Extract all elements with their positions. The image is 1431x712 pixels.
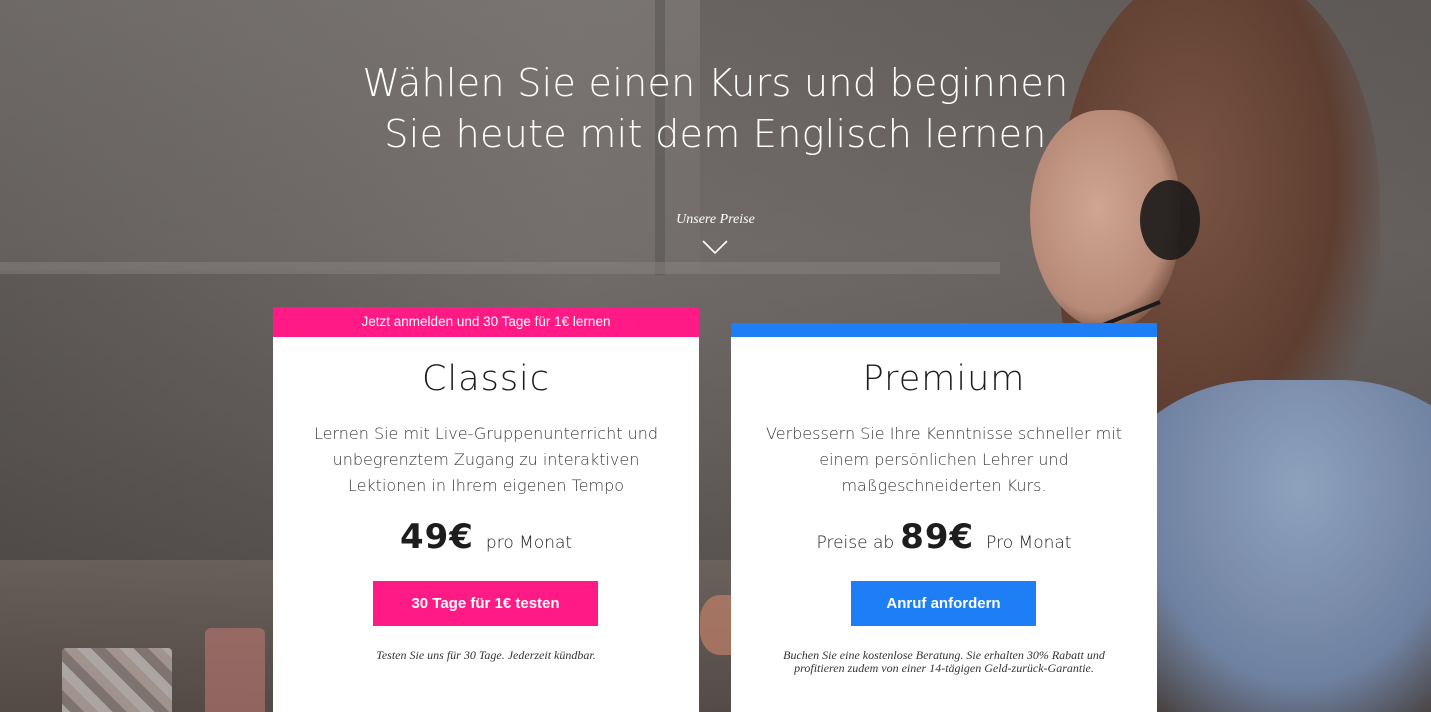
premium-price-prefix: Preise ab — [816, 533, 895, 553]
classic-price: 49€ — [399, 517, 474, 557]
classic-promo-banner: Jetzt anmelden und 30 Tage für 1€ lernen — [273, 307, 699, 337]
premium-accent-bar — [731, 323, 1157, 337]
hero-headline: Wählen Sie einen Kurs und beginnen Sie h… — [0, 58, 1431, 160]
classic-trial-button[interactable]: 30 Tage für 1€ testen — [373, 581, 598, 626]
hero-headline-line-2: Sie heute mit dem Englisch lernen — [384, 112, 1047, 156]
premium-plan-title: Premium — [862, 359, 1026, 399]
classic-fineprint: Testen Sie uns für 30 Tage. Jederzeit kü… — [376, 648, 596, 662]
premium-fineprint: Buchen Sie eine kostenlose Beratung. Sie… — [783, 648, 1105, 675]
prices-section-label[interactable]: Unsere Preise — [0, 212, 1431, 228]
request-call-button[interactable]: Anruf anfordern — [851, 581, 1036, 626]
classic-plan-title: Classic — [421, 359, 551, 399]
classic-price-period: pro Monat — [485, 533, 573, 553]
premium-price-period: Pro Monat — [986, 533, 1072, 553]
premium-plan-card: Premium Verbessern Sie Ihre Kenntnisse s… — [731, 337, 1157, 712]
classic-plan-description: Lernen Sie mit Live-Gruppenunterricht un… — [313, 424, 659, 495]
premium-price: 89€ — [900, 517, 975, 557]
premium-price-row: Preise ab 89€ Pro Monat — [731, 517, 1157, 557]
chevron-down-icon[interactable] — [701, 238, 729, 256]
classic-price-row: 49€ pro Monat — [273, 517, 699, 557]
classic-plan-card: Classic Lernen Sie mit Live-Gruppenunter… — [273, 337, 699, 712]
hero-headline-line-1: Wählen Sie einen Kurs und beginnen — [362, 61, 1069, 105]
premium-plan-description: Verbessern Sie Ihre Kenntnisse schneller… — [766, 424, 1122, 495]
